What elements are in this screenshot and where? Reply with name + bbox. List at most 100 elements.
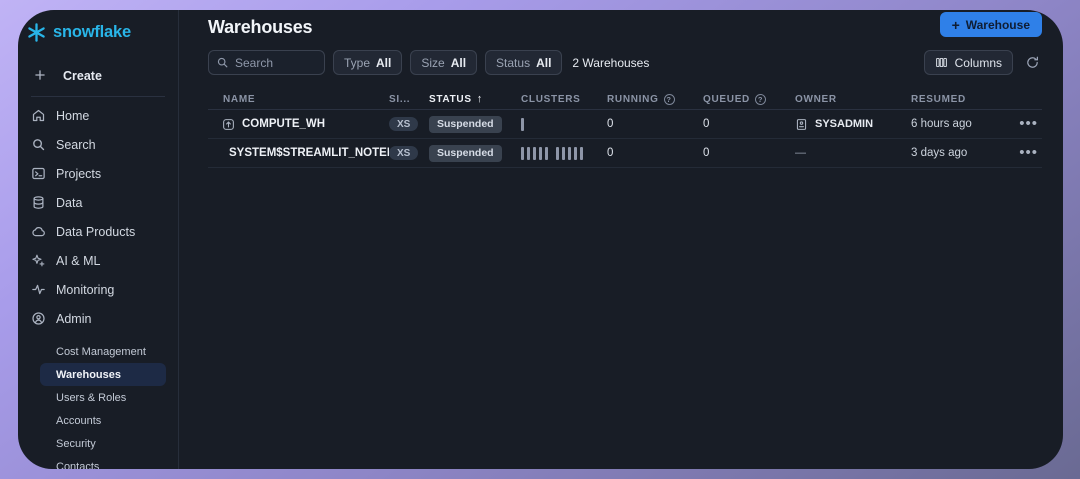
page-title: Warehouses (208, 17, 312, 38)
row-menu-button[interactable]: ••• (1019, 120, 1038, 128)
owner-badge-icon (795, 118, 808, 131)
home-icon (31, 108, 46, 123)
help-icon[interactable]: ? (755, 94, 766, 105)
search-icon (31, 137, 46, 152)
column-header-size[interactable]: SI... (389, 94, 429, 105)
sidebar-item-label: Home (56, 109, 89, 123)
snowflake-logo-icon (25, 21, 48, 44)
page-header: Warehouses + Warehouse (208, 10, 1042, 38)
sidebar-item-monitoring[interactable]: Monitoring (18, 275, 178, 304)
column-header-status[interactable]: STATUS↑ (429, 93, 521, 105)
filter-value: All (451, 56, 466, 70)
running-value: 0 (607, 118, 703, 130)
refresh-icon (1025, 55, 1040, 70)
sidebar-item-projects[interactable]: Projects (18, 159, 178, 188)
brand-name: snowflake (53, 23, 131, 42)
sidebar-item-label: Monitoring (56, 283, 114, 297)
warehouse-icon (222, 118, 235, 131)
main-content: Warehouses + Warehouse Type All Size All… (179, 10, 1063, 469)
filter-label: Size (421, 56, 444, 70)
subitem-label: Accounts (56, 415, 101, 427)
plus-icon (33, 68, 47, 85)
size-filter[interactable]: Size All (410, 50, 477, 75)
column-header-owner[interactable]: OWNER (795, 94, 911, 105)
admin-submenu: Cost Management Warehouses Users & Roles… (18, 340, 178, 469)
subitem-label: Users & Roles (56, 392, 126, 404)
columns-label: Columns (955, 56, 1002, 70)
table-header: NAME SI... STATUS↑ CLUSTERS RUNNING? QUE… (208, 89, 1042, 110)
new-warehouse-label: Warehouse (966, 18, 1030, 32)
sidebar-item-label: Data (56, 196, 82, 210)
help-icon[interactable]: ? (664, 94, 675, 105)
filter-value: All (376, 56, 391, 70)
columns-icon (935, 56, 948, 69)
subitem-label: Cost Management (56, 346, 146, 358)
search-box (208, 50, 325, 75)
create-label: Create (63, 69, 102, 83)
sidebar-item-label: AI & ML (56, 254, 100, 268)
filter-label: Status (496, 56, 530, 70)
subitem-label: Contacts (56, 461, 99, 470)
owner-empty: — (795, 147, 806, 159)
resumed-value: 3 days ago (911, 147, 1000, 159)
running-value: 0 (607, 147, 703, 159)
sidebar-item-data-products[interactable]: Data Products (18, 217, 178, 246)
sidebar-item-label: Admin (56, 312, 91, 326)
sidebar-subitem-security[interactable]: Security (40, 432, 166, 455)
app-window: snowflake Create Home Search Projects Da… (18, 10, 1063, 469)
size-badge: XS (389, 117, 418, 131)
owner-name: SYSADMIN (815, 118, 873, 130)
sidebar-item-home[interactable]: Home (18, 101, 178, 130)
size-badge: XS (389, 146, 418, 160)
sidebar-subitem-users-roles[interactable]: Users & Roles (40, 386, 166, 409)
sidebar-subitem-cost-management[interactable]: Cost Management (40, 340, 166, 363)
queued-value: 0 (703, 147, 795, 159)
column-header-resumed[interactable]: RESUMED (911, 94, 1000, 105)
refresh-button[interactable] (1023, 53, 1042, 72)
sidebar-item-admin[interactable]: Admin (18, 304, 178, 333)
status-badge: Suspended (429, 116, 502, 133)
cloud-icon (31, 224, 46, 239)
sidebar-item-ai-ml[interactable]: AI & ML (18, 246, 178, 275)
sidebar: snowflake Create Home Search Projects Da… (18, 10, 179, 469)
sidebar-item-label: Projects (56, 167, 101, 181)
filter-value: All (536, 56, 551, 70)
sidebar-subitem-contacts[interactable]: Contacts (40, 455, 166, 469)
columns-button[interactable]: Columns (924, 50, 1013, 75)
row-menu-button[interactable]: ••• (1019, 149, 1038, 157)
warehouse-count: 2 Warehouses (572, 56, 649, 70)
subitem-label: Warehouses (56, 369, 121, 381)
terminal-icon (31, 166, 46, 181)
sidebar-item-label: Search (56, 138, 96, 152)
subitem-label: Security (56, 438, 96, 450)
warehouse-name: COMPUTE_WH (242, 118, 325, 130)
sidebar-divider (31, 96, 165, 97)
database-icon (31, 195, 46, 210)
sidebar-item-data[interactable]: Data (18, 188, 178, 217)
sort-asc-icon: ↑ (477, 93, 483, 105)
sidebar-subitem-warehouses[interactable]: Warehouses (40, 363, 166, 386)
column-header-clusters[interactable]: CLUSTERS (521, 94, 607, 105)
filter-label: Type (344, 56, 370, 70)
sparkles-icon (31, 253, 46, 268)
activity-icon (31, 282, 46, 297)
sidebar-subitem-accounts[interactable]: Accounts (40, 409, 166, 432)
status-badge: Suspended (429, 145, 502, 162)
column-header-queued[interactable]: QUEUED? (703, 94, 795, 105)
table-row[interactable]: SYSTEM$STREAMLIT_NOTEB... XS Suspended 0… (208, 139, 1042, 168)
plus-icon: + (952, 17, 960, 33)
warehouse-name: SYSTEM$STREAMLIT_NOTEB... (229, 147, 389, 159)
table-row[interactable]: COMPUTE_WH XS Suspended 0 0 SYSADMIN 6 h… (208, 110, 1042, 139)
new-warehouse-button[interactable]: + Warehouse (940, 12, 1042, 37)
snowflake-logo[interactable]: snowflake (18, 10, 178, 44)
sidebar-item-search[interactable]: Search (18, 130, 178, 159)
column-header-name[interactable]: NAME (208, 94, 389, 105)
resumed-value: 6 hours ago (911, 118, 1000, 130)
type-filter[interactable]: Type All (333, 50, 402, 75)
create-button[interactable]: Create (18, 65, 178, 87)
clusters-bars (521, 118, 607, 131)
status-filter[interactable]: Status All (485, 50, 562, 75)
search-icon (216, 56, 229, 69)
column-header-running[interactable]: RUNNING? (607, 94, 703, 105)
queued-value: 0 (703, 118, 795, 130)
